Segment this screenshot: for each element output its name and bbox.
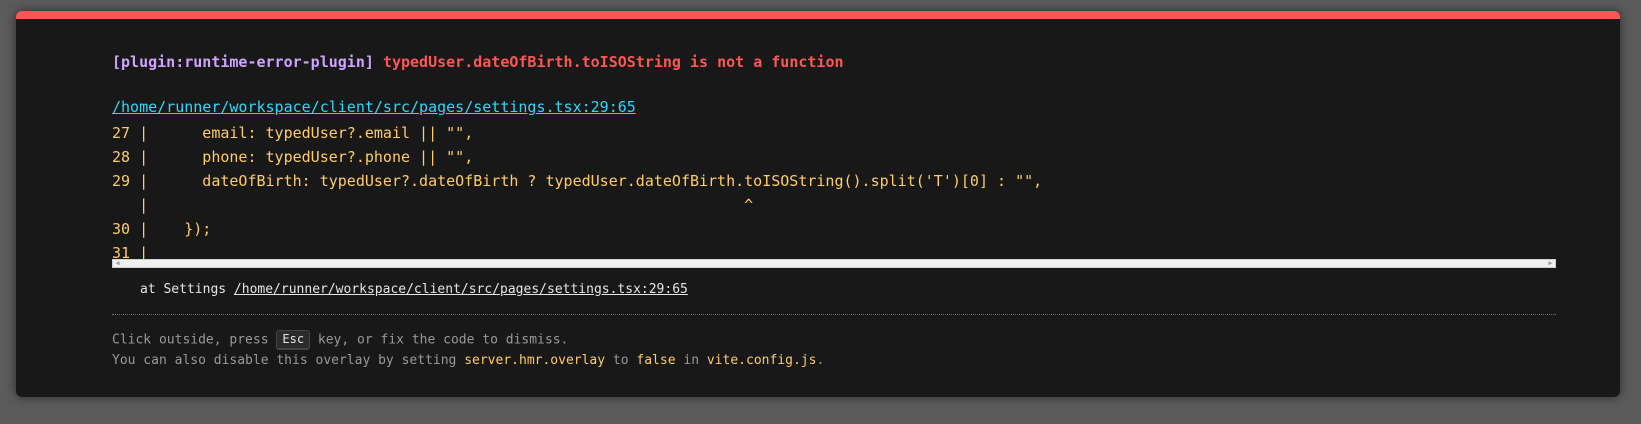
config-key: server.hmr.overlay <box>464 353 606 368</box>
divider <box>112 314 1556 315</box>
horizontal-scrollbar[interactable]: ◀ ▶ <box>112 259 1556 268</box>
code-frame: 27 | email: typedUser?.email || "", 28 |… <box>112 121 1556 265</box>
code-line: 28 | phone: typedUser?.phone || "", <box>112 148 474 166</box>
tip-text: . <box>816 353 825 368</box>
false-value: false <box>636 353 676 368</box>
code-line: 30 | }); <box>112 220 212 238</box>
code-line: 29 | dateOfBirth: typedUser?.dateOfBirth… <box>112 172 1043 190</box>
scroll-right-icon[interactable]: ▶ <box>1546 260 1555 267</box>
code-caret-line: | ^ <box>112 196 754 214</box>
error-file-link[interactable]: /home/runner/workspace/client/src/pages/… <box>112 98 636 116</box>
stack-prefix: at Settings <box>140 282 234 297</box>
tip-text: in <box>675 353 707 368</box>
tip-text: key, or fix the code to dismiss. <box>310 332 569 348</box>
esc-key: Esc <box>276 330 311 350</box>
scroll-left-icon[interactable]: ◀ <box>113 260 122 267</box>
error-overlay-window: [plugin:runtime-error-plugin] typedUser.… <box>16 11 1620 397</box>
error-text: typedUser.dateOfBirth.toISOString is not… <box>382 53 844 71</box>
disable-overlay-tip: You can also disable this overlay by set… <box>112 353 824 368</box>
tip-text: You can also disable this overlay by set… <box>112 353 465 368</box>
plugin-name: [plugin:runtime-error-plugin] <box>112 53 374 71</box>
dismiss-tip: Click outside, press Esc key, or fix the… <box>112 330 568 350</box>
error-message: [plugin:runtime-error-plugin] typedUser.… <box>112 53 844 71</box>
tip-text: to <box>605 353 637 368</box>
config-file: vite.config.js <box>706 353 817 368</box>
tip-text: Click outside, press <box>112 332 277 348</box>
stack-trace: at Settings /home/runner/workspace/clien… <box>140 282 688 297</box>
stack-file-link[interactable]: /home/runner/workspace/client/src/pages/… <box>234 282 688 297</box>
code-line: 27 | email: typedUser?.email || "", <box>112 124 474 142</box>
